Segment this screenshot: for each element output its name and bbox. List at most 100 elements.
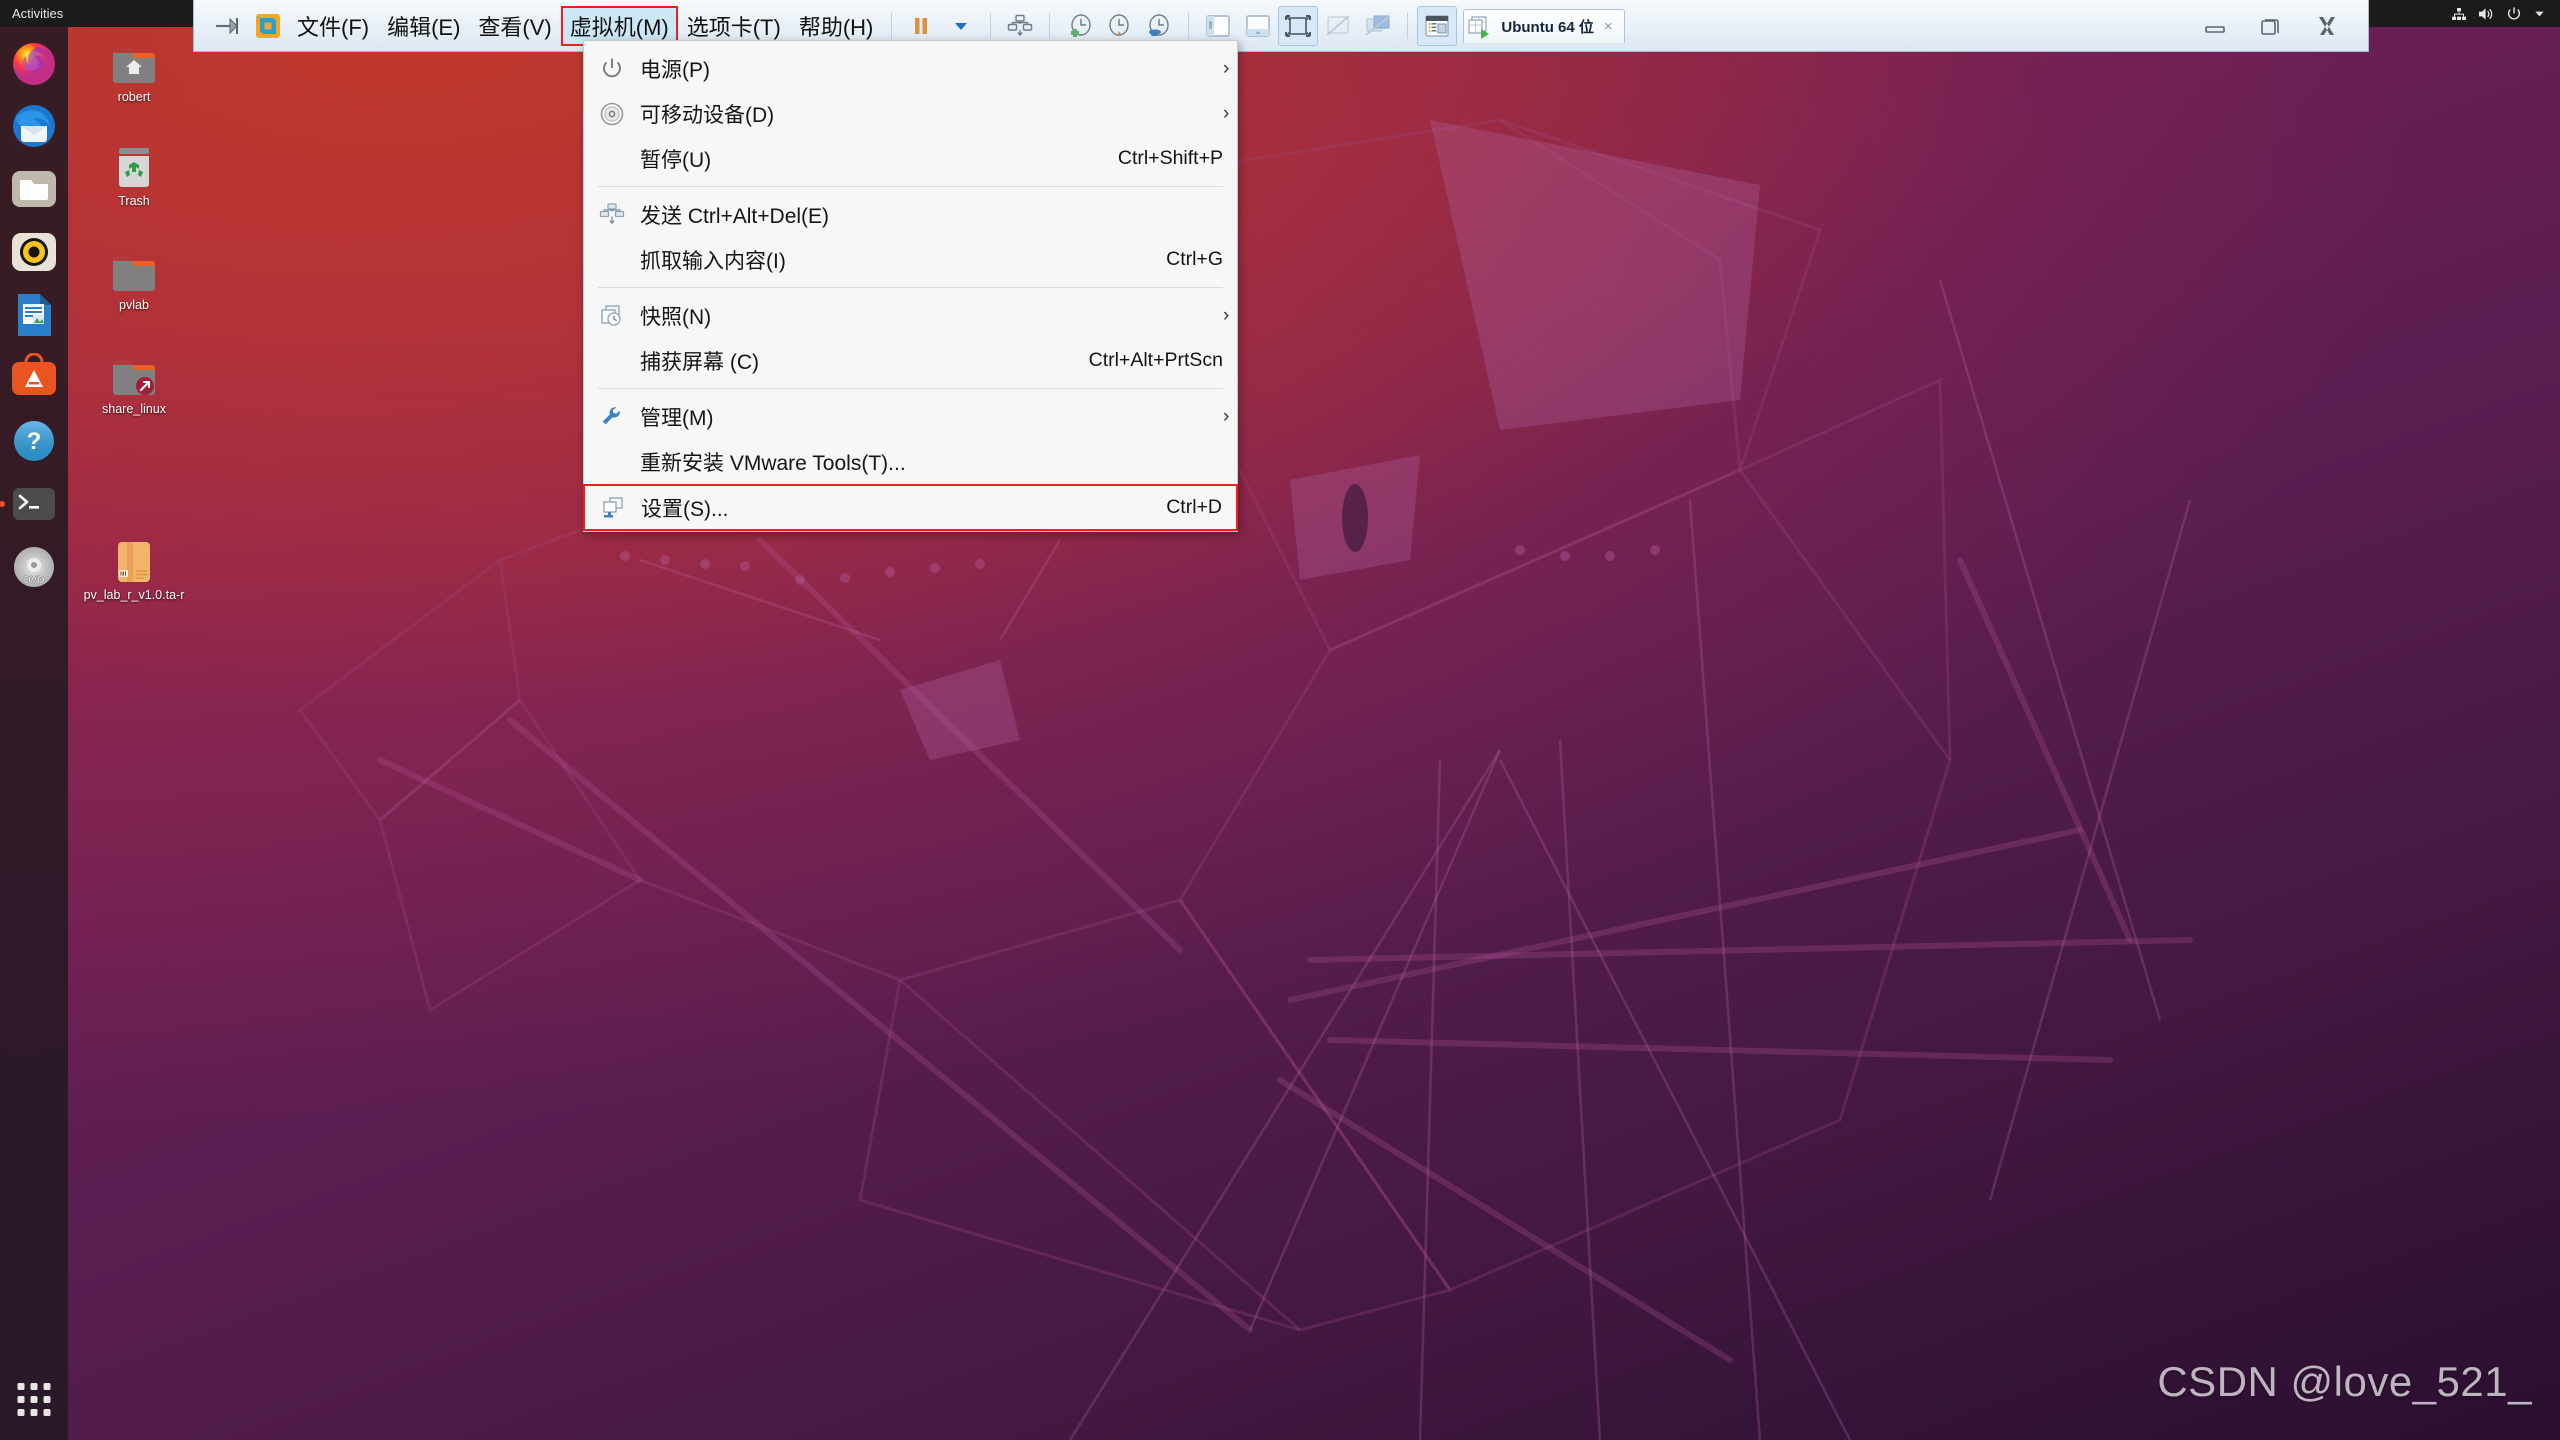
menu-item-snapshot[interactable]: 快照(N) ›	[584, 293, 1237, 338]
menu-item-label: 发送 Ctrl+Alt+Del(E)	[640, 204, 830, 228]
menu-item-accelerator: Ctrl+Alt+PrtScn	[1088, 349, 1223, 371]
toolbar-separator	[1049, 13, 1051, 39]
dock-item-firefox[interactable]	[8, 37, 60, 89]
power-icon	[584, 56, 640, 82]
dock-item-rhythmbox[interactable]	[8, 226, 60, 278]
desktop-icon-label: robert	[117, 90, 151, 104]
unity-mode-button[interactable]	[1318, 6, 1358, 46]
grid-dot	[17, 1383, 25, 1390]
archive-tar-icon	[72, 534, 196, 584]
grid-dot	[30, 1383, 38, 1390]
menu-file[interactable]: 文件(F)	[288, 6, 378, 46]
desktop-icon-share-linux[interactable]: share_linux	[72, 348, 196, 416]
chevron-right-icon: ›	[1223, 102, 1230, 124]
menu-item-capture-screen[interactable]: 捕获屏幕 (C) Ctrl+Alt+PrtScn	[584, 338, 1237, 383]
ubuntu-software-icon	[12, 353, 56, 395]
show-thumbnail-bar-button[interactable]	[1238, 6, 1278, 46]
menu-separator	[598, 186, 1223, 187]
wrench-icon	[584, 404, 640, 430]
ubuntu-desktop	[0, 0, 2560, 1440]
thunderbird-mail-icon	[13, 105, 55, 147]
menu-item-accelerator: Ctrl+Shift+P	[1117, 147, 1223, 169]
vmware-workstation-window: 文件(F) 编辑(E) 查看(V) 虚拟机(M) 选项卡(T) 帮助(H) Ub…	[193, 0, 2369, 52]
power-icon[interactable]	[2506, 6, 2522, 22]
removable-device-icon	[584, 101, 640, 127]
grid-dot	[30, 1396, 38, 1403]
vmware-workstation-icon	[248, 6, 288, 46]
dock-item-libreoffice-writer[interactable]	[8, 289, 60, 341]
chevron-right-icon: ›	[1223, 405, 1230, 427]
multi-monitor-button[interactable]	[1358, 6, 1398, 46]
menu-item-send-ctrl-alt-del[interactable]: 发送 Ctrl+Alt+Del(E)	[584, 192, 1237, 237]
dock-item-dvd[interactable]: DVD	[8, 541, 60, 593]
restore-button[interactable]	[2256, 11, 2286, 41]
virtual-machine-menu[interactable]: 电源(P) › 可移动设备(D) › 暂停(U) Ctrl+Shift+P 发送…	[583, 40, 1238, 532]
menu-item-label: 捕获屏幕 (C)	[640, 350, 759, 374]
help-question-icon: ?	[14, 421, 54, 461]
menu-item-removable-devices[interactable]: 可移动设备(D) ›	[584, 91, 1237, 136]
network-icon[interactable]	[2451, 6, 2467, 22]
desktop-icon-robert[interactable]: robert	[72, 36, 196, 104]
window-controls[interactable]	[2200, 11, 2368, 41]
chevron-down-icon[interactable]	[2533, 7, 2546, 20]
enter-fullscreen-button[interactable]	[1278, 6, 1319, 46]
desktop-icon-pvlab[interactable]: pvlab	[72, 244, 196, 312]
trash-icon	[72, 140, 196, 190]
grid-dot	[43, 1383, 51, 1390]
menu-item-label: 重新安装 VMware Tools(T)...	[640, 451, 906, 475]
system-tray[interactable]	[2451, 6, 2560, 22]
menu-item-label: 快照(N)	[640, 305, 712, 329]
menu-item-settings[interactable]: 设置(S)... Ctrl+D	[583, 484, 1238, 531]
menu-item-pause[interactable]: 暂停(U) Ctrl+Shift+P	[584, 136, 1237, 181]
close-button[interactable]	[2312, 11, 2342, 41]
dock-item-help[interactable]: ?	[8, 415, 60, 467]
menu-item-manage[interactable]: 管理(M) ›	[584, 394, 1237, 439]
csdn-watermark: CSDN @love_521_	[2157, 1358, 2532, 1405]
menu-edit[interactable]: 编辑(E)	[378, 6, 469, 46]
show-applications-grid-icon[interactable]	[17, 1383, 51, 1416]
menu-item-accelerator: Ctrl+G	[1166, 248, 1223, 270]
ubuntu-dock[interactable]: ? DVD	[0, 27, 68, 1440]
home-folder-icon	[72, 36, 196, 86]
toolbar-separator	[990, 13, 992, 39]
desktop-icon-label: pvlab	[119, 298, 149, 312]
vm-tab-ubuntu-64[interactable]: Ubuntu 64 位 ×	[1463, 9, 1625, 43]
svg-text:?: ?	[27, 428, 42, 455]
firefox-icon	[13, 43, 55, 85]
snapshot-icon	[584, 303, 640, 329]
send-cad-icon	[584, 202, 640, 228]
vm-running-icon	[1468, 15, 1494, 39]
console-view-button[interactable]	[1417, 6, 1458, 46]
settings-icon	[585, 495, 641, 521]
menu-item-label: 抓取输入内容(I)	[640, 249, 786, 273]
toolbar-separator	[1188, 13, 1190, 39]
activities-button[interactable]: Activities	[0, 6, 75, 21]
dock-item-thunderbird[interactable]	[8, 100, 60, 152]
folder-icon	[72, 244, 196, 294]
desktop-icon-label: pv_lab_r_v1.0.ta-r	[83, 588, 185, 602]
desktop-icon-trash[interactable]: Trash	[72, 140, 196, 208]
desktop-icon-pv-lab-tar[interactable]: pv_lab_r_v1.0.ta-r	[72, 534, 196, 602]
menu-item-accelerator: Ctrl+D	[1166, 496, 1222, 518]
menu-item-reinstall-vmware-tools[interactable]: 重新安装 VMware Tools(T)...	[584, 439, 1237, 484]
close-icon[interactable]: ×	[1601, 18, 1616, 35]
menu-separator	[598, 287, 1223, 288]
libreoffice-writer-icon	[18, 294, 51, 336]
dock-item-ubuntu-software[interactable]	[8, 352, 60, 404]
menu-item-power[interactable]: 电源(P) ›	[584, 46, 1237, 91]
menu-item-grab-input[interactable]: 抓取输入内容(I) Ctrl+G	[584, 237, 1237, 282]
grid-dot	[30, 1409, 38, 1416]
vm-tab-label: Ubuntu 64 位	[1501, 19, 1594, 36]
dvd-disc-icon: DVD	[14, 547, 54, 587]
volume-icon[interactable]	[2478, 6, 2495, 22]
dock-item-files[interactable]	[8, 163, 60, 215]
files-folder-icon	[12, 171, 56, 207]
grid-dot	[17, 1396, 25, 1403]
folder-shortcut-icon	[72, 348, 196, 398]
vmware-menubar-toolbar: 文件(F) 编辑(E) 查看(V) 虚拟机(M) 选项卡(T) 帮助(H) Ub…	[194, 0, 2368, 52]
menu-view[interactable]: 查看(V)	[469, 6, 560, 46]
svg-text:DVD: DVD	[23, 575, 44, 586]
unpin-icon[interactable]	[208, 6, 248, 46]
dock-item-terminal[interactable]	[8, 478, 60, 530]
minimize-button[interactable]	[2200, 11, 2230, 41]
